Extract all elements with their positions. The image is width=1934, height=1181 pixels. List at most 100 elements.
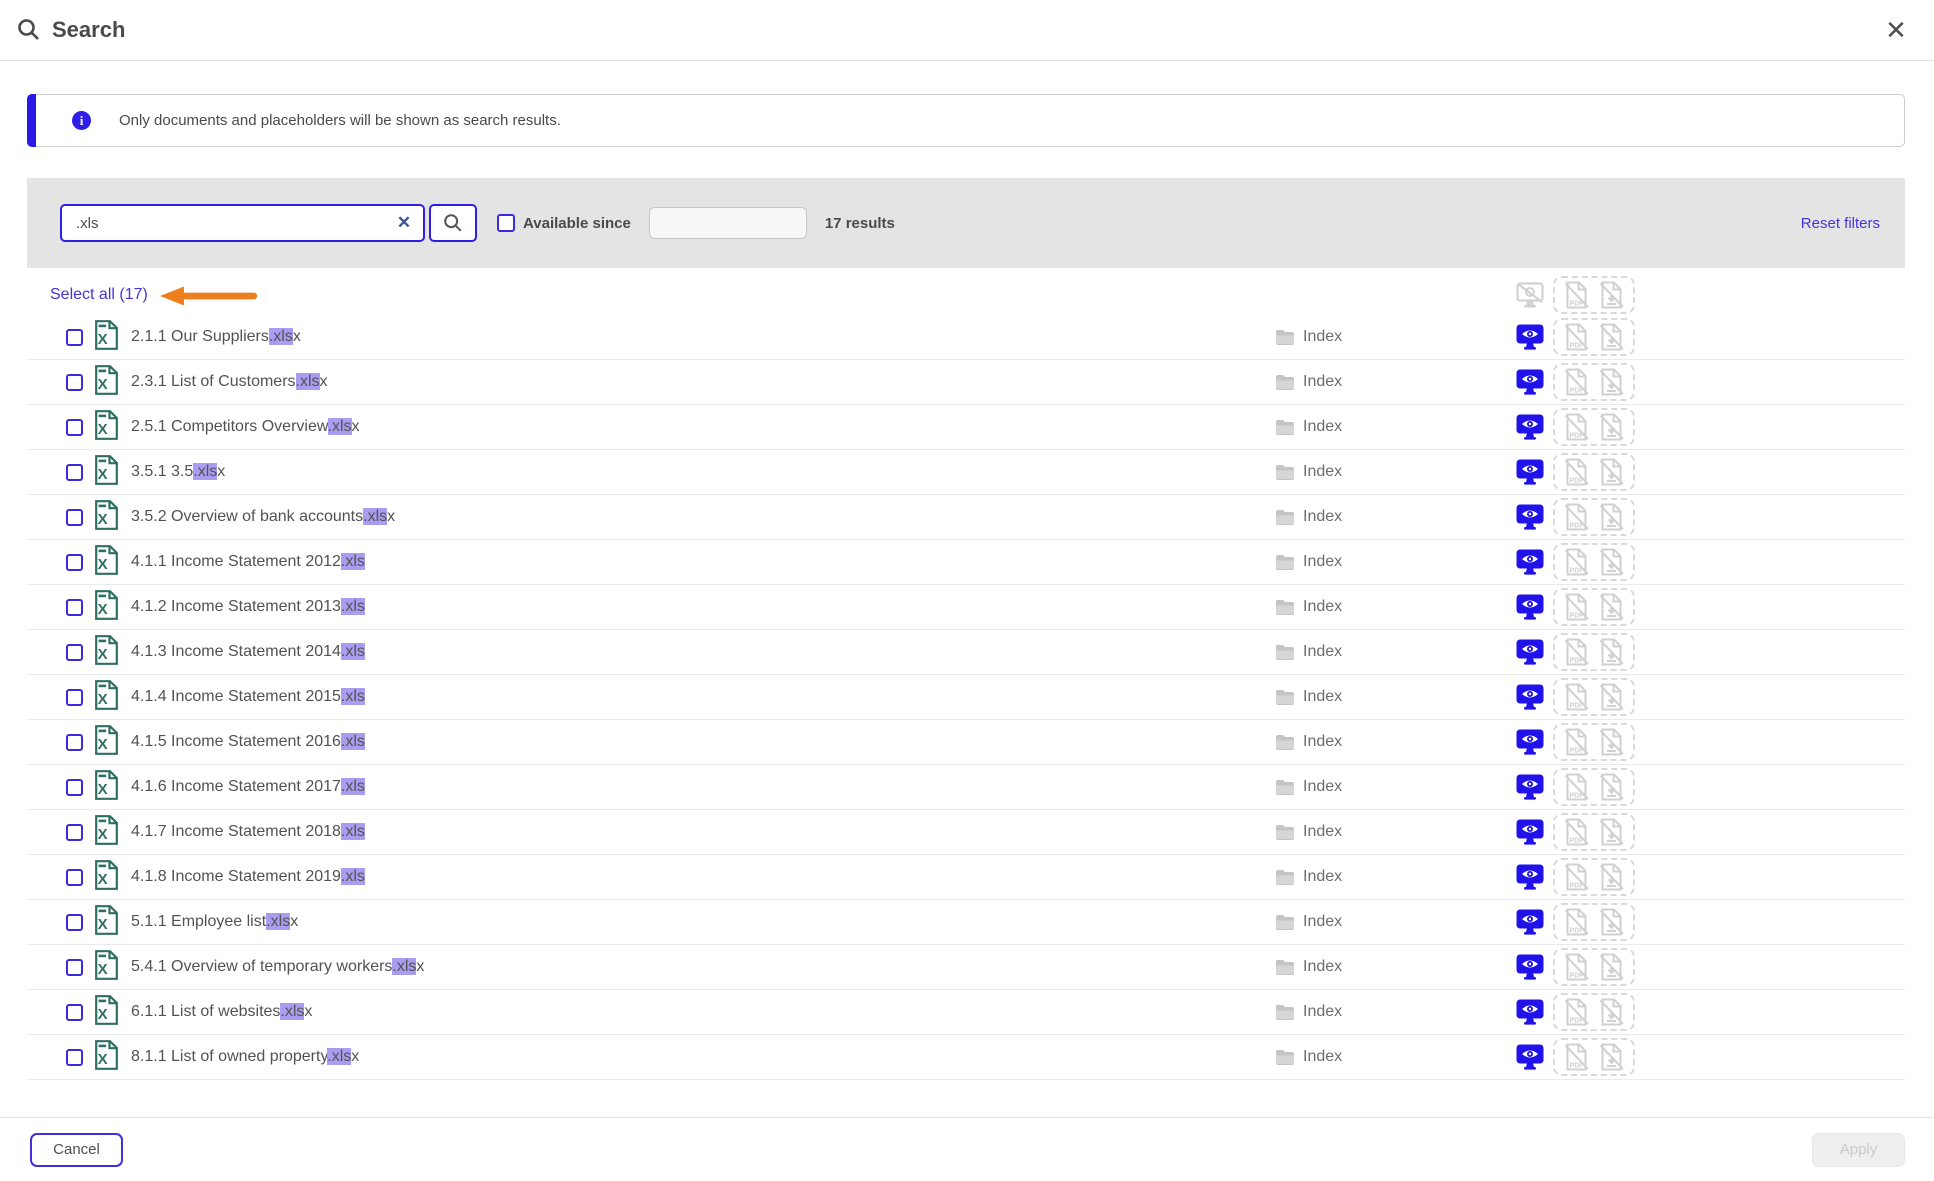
close-icon[interactable]: ✕	[1880, 14, 1912, 46]
view-document-button[interactable]	[1516, 999, 1544, 1026]
reset-filters-link[interactable]: Reset filters	[1801, 215, 1880, 232]
row-checkbox[interactable]	[66, 464, 83, 481]
row-checkbox[interactable]	[66, 959, 83, 976]
pdf-export-button-disabled[interactable]: PDF	[1564, 818, 1590, 846]
row-checkbox[interactable]	[66, 644, 83, 661]
apply-button[interactable]: Apply	[1812, 1133, 1905, 1167]
download-button-disabled[interactable]	[1599, 503, 1625, 531]
document-name[interactable]: 2.5.1 Competitors Overview.xlsx	[131, 418, 360, 436]
download-button-disabled[interactable]	[1599, 638, 1625, 666]
pdf-export-button-disabled[interactable]: PDF	[1564, 458, 1590, 486]
download-button-disabled[interactable]	[1599, 323, 1625, 351]
document-name[interactable]: 8.1.1 List of owned property.xlsx	[131, 1048, 359, 1066]
view-document-button[interactable]	[1516, 324, 1544, 351]
download-button-disabled[interactable]	[1599, 368, 1625, 396]
row-checkbox[interactable]	[66, 779, 83, 796]
document-name[interactable]: 4.1.4 Income Statement 2015.xls	[131, 688, 365, 706]
row-checkbox[interactable]	[66, 599, 83, 616]
document-name[interactable]: 4.1.2 Income Statement 2013.xls	[131, 598, 365, 616]
document-name[interactable]: 3.5.1 3.5.xlsx	[131, 463, 225, 481]
document-name[interactable]: 2.3.1 List of Customers.xlsx	[131, 373, 328, 391]
row-checkbox[interactable]	[66, 914, 83, 931]
view-document-button[interactable]	[1516, 549, 1544, 576]
view-document-button[interactable]	[1516, 864, 1544, 891]
download-button-disabled[interactable]	[1599, 998, 1625, 1026]
view-document-button[interactable]	[1516, 909, 1544, 936]
document-name[interactable]: 4.1.1 Income Statement 2012.xls	[131, 553, 365, 571]
pdf-export-button-disabled[interactable]: PDF	[1564, 773, 1590, 801]
row-checkbox[interactable]	[66, 1049, 83, 1066]
clear-search-icon[interactable]: ✕	[393, 212, 415, 234]
document-name[interactable]: 3.5.2 Overview of bank accounts.xlsx	[131, 508, 395, 526]
document-name[interactable]: 2.1.1 Our Suppliers.xlsx	[131, 328, 301, 346]
bulk-download-button-disabled[interactable]	[1599, 281, 1625, 309]
view-document-button[interactable]	[1516, 459, 1544, 486]
pdf-export-button-disabled[interactable]: PDF	[1564, 908, 1590, 936]
pdf-export-button-disabled[interactable]: PDF	[1564, 1043, 1590, 1071]
row-checkbox[interactable]	[66, 419, 83, 436]
pdf-export-button-disabled[interactable]: PDF	[1564, 548, 1590, 576]
row-checkbox[interactable]	[66, 869, 83, 886]
location-index-label: Index	[1303, 913, 1342, 931]
document-name[interactable]: 4.1.7 Income Statement 2018.xls	[131, 823, 365, 841]
download-button-disabled[interactable]	[1599, 728, 1625, 756]
row-checkbox[interactable]	[66, 509, 83, 526]
download-button-disabled[interactable]	[1599, 773, 1625, 801]
document-name[interactable]: 4.1.3 Income Statement 2014.xls	[131, 643, 365, 661]
download-button-disabled[interactable]	[1599, 593, 1625, 621]
pdf-export-button-disabled[interactable]: PDF	[1564, 638, 1590, 666]
download-button-disabled[interactable]	[1599, 458, 1625, 486]
view-document-button[interactable]	[1516, 639, 1544, 666]
pdf-export-button-disabled[interactable]: PDF	[1564, 728, 1590, 756]
view-document-button[interactable]	[1516, 504, 1544, 531]
pdf-export-button-disabled[interactable]: PDF	[1564, 863, 1590, 891]
document-name[interactable]: 4.1.8 Income Statement 2019.xls	[131, 868, 365, 886]
pdf-export-button-disabled[interactable]: PDF	[1564, 593, 1590, 621]
search-submit-button[interactable]	[429, 204, 477, 242]
view-document-button[interactable]	[1516, 369, 1544, 396]
download-button-disabled[interactable]	[1599, 908, 1625, 936]
view-document-button[interactable]	[1516, 594, 1544, 621]
search-input[interactable]	[60, 204, 425, 242]
row-checkbox[interactable]	[66, 734, 83, 751]
select-all-link[interactable]: Select all (17)	[50, 286, 148, 304]
document-name[interactable]: 5.1.1 Employee list.xlsx	[131, 913, 298, 931]
cancel-button[interactable]: Cancel	[30, 1133, 123, 1167]
pdf-export-button-disabled[interactable]: PDF	[1564, 323, 1590, 351]
row-checkbox[interactable]	[66, 374, 83, 391]
download-button-disabled[interactable]	[1599, 818, 1625, 846]
pdf-export-button-disabled[interactable]: PDF	[1564, 413, 1590, 441]
download-button-disabled[interactable]	[1599, 863, 1625, 891]
download-button-disabled[interactable]	[1599, 1043, 1625, 1071]
view-document-button[interactable]	[1516, 1044, 1544, 1071]
view-document-button[interactable]	[1516, 954, 1544, 981]
download-button-disabled[interactable]	[1599, 548, 1625, 576]
pdf-export-button-disabled[interactable]: PDF	[1564, 998, 1590, 1026]
bulk-pdf-export-button-disabled[interactable]: PDF	[1564, 281, 1590, 309]
row-checkbox[interactable]	[66, 329, 83, 346]
view-document-button[interactable]	[1516, 414, 1544, 441]
view-document-button[interactable]	[1516, 819, 1544, 846]
view-document-button[interactable]	[1516, 774, 1544, 801]
pdf-export-button-disabled[interactable]: PDF	[1564, 683, 1590, 711]
row-checkbox[interactable]	[66, 824, 83, 841]
pdf-export-button-disabled[interactable]: PDF	[1564, 503, 1590, 531]
download-button-disabled[interactable]	[1599, 683, 1625, 711]
view-document-button[interactable]	[1516, 684, 1544, 711]
info-icon: i	[72, 111, 91, 130]
document-name[interactable]: 5.4.1 Overview of temporary workers.xlsx	[131, 958, 424, 976]
download-button-disabled[interactable]	[1599, 413, 1625, 441]
download-button-disabled[interactable]	[1599, 953, 1625, 981]
bulk-view-button-disabled[interactable]	[1516, 282, 1544, 309]
document-name[interactable]: 4.1.5 Income Statement 2016.xls	[131, 733, 365, 751]
view-document-button[interactable]	[1516, 729, 1544, 756]
document-name[interactable]: 4.1.6 Income Statement 2017.xls	[131, 778, 365, 796]
document-name[interactable]: 6.1.1 List of websites.xlsx	[131, 1003, 312, 1021]
row-checkbox[interactable]	[66, 554, 83, 571]
row-checkbox[interactable]	[66, 689, 83, 706]
row-checkbox[interactable]	[66, 1004, 83, 1021]
available-since-date-input[interactable]	[650, 208, 807, 238]
pdf-export-button-disabled[interactable]: PDF	[1564, 368, 1590, 396]
available-since-checkbox[interactable]	[497, 214, 515, 232]
pdf-export-button-disabled[interactable]: PDF	[1564, 953, 1590, 981]
